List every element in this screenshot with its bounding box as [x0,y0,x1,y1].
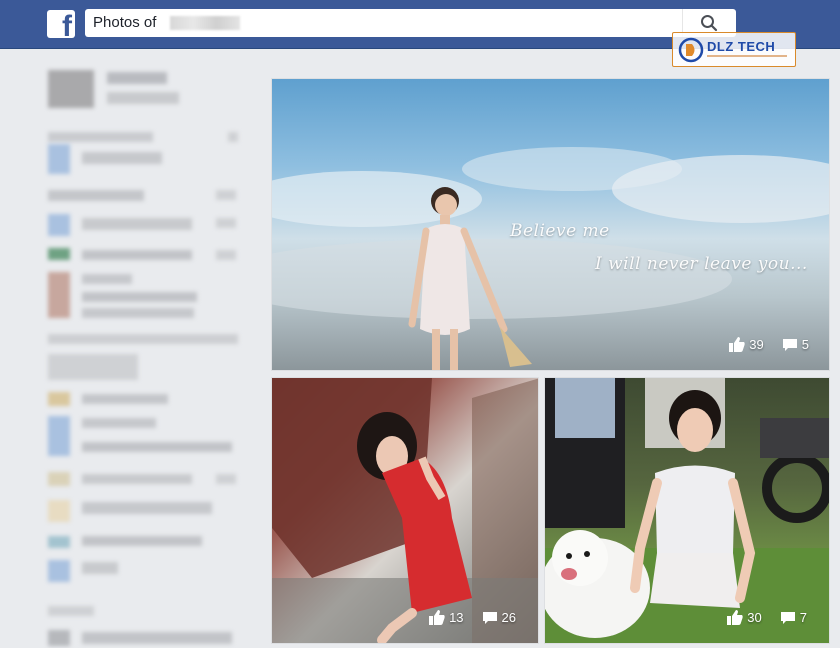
sidebar-row [82,152,162,164]
left-sidebar-blurred [0,48,260,648]
watermark-tagline [707,55,787,57]
comment-count: 26 [501,610,516,625]
sidebar-row [48,248,70,260]
sidebar-row [82,394,168,404]
comment-icon [482,611,497,624]
photo-tile[interactable]: 30 7 [544,377,830,644]
photo-stats: 30 7 [727,610,807,625]
photo-stats: 13 26 [429,610,516,625]
sidebar-row [48,630,70,646]
comment-icon [780,611,795,624]
sidebar-row [48,144,70,174]
sidebar-row [82,218,192,230]
sidebar-row [48,214,70,236]
sidebar-row [48,392,70,406]
profile-subtitle-blur [107,92,179,104]
comment-icon [782,338,797,351]
blurred-name [170,16,240,30]
sidebar-row [48,190,144,201]
comment-count: 5 [801,337,809,352]
like-count: 13 [449,610,464,625]
photo-caption-line-2: I will never leave you... [595,254,808,274]
sidebar-row [48,132,153,142]
search-icon [701,15,718,32]
photo-caption-line-1: Believe me [510,221,610,241]
like-count: 39 [749,337,764,352]
sidebar-row [216,218,236,228]
like-icon [429,610,445,625]
sidebar-row [48,606,94,616]
photo-scene [545,378,829,643]
sidebar-row [82,632,232,644]
like-icon [729,337,745,352]
watermark-text: DLZ TECH [707,39,776,54]
facebook-logo-letter: f [62,10,72,43]
sidebar-row [82,536,202,546]
sidebar-row [48,500,70,522]
sidebar-row [82,308,194,318]
profile-name-blur [107,72,167,84]
comment-count: 7 [799,610,807,625]
dlz-logo-icon [678,37,704,63]
sidebar-row [48,560,70,582]
profile-avatar [48,70,94,108]
facebook-logo-icon[interactable]: f [47,10,75,42]
sidebar-row [82,442,232,452]
sidebar-row [48,334,238,344]
sidebar-row [48,354,138,380]
sidebar-row [228,132,238,142]
sidebar-row [48,272,70,318]
sidebar-row [82,418,156,428]
like-icon [727,610,743,625]
sidebar-row [82,502,212,514]
photo-scene [272,378,538,643]
like-count: 30 [747,610,762,625]
sidebar-row [82,292,197,302]
sidebar-row [82,562,118,574]
watermark-logo: DLZ TECH [672,32,796,67]
sidebar-row [216,190,236,200]
sidebar-row [216,250,236,260]
search-input[interactable]: Photos of [93,14,156,31]
photo-tile[interactable]: 13 26 [271,377,539,644]
sidebar-row [82,474,192,484]
sidebar-row [48,536,70,548]
sidebar-row [48,472,70,486]
photo-tile[interactable]: Believe me I will never leave you... 39 … [271,78,830,371]
sidebar-row [82,250,192,260]
sidebar-row [216,474,236,484]
search-box[interactable]: Photos of [85,9,736,37]
sidebar-row [82,274,132,284]
photo-stats: 39 5 [729,337,809,352]
sidebar-row [48,416,70,456]
